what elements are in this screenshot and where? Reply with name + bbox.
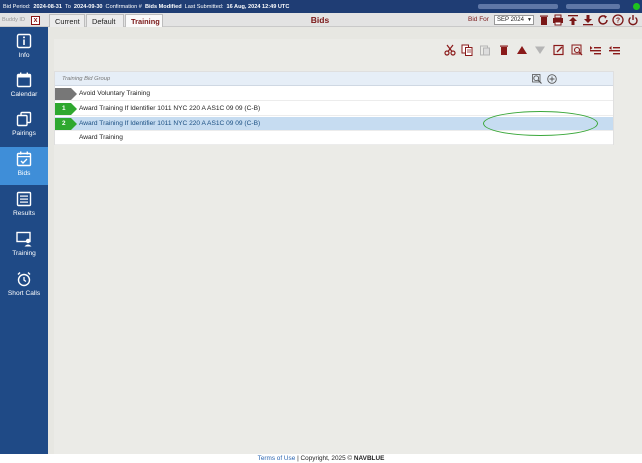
move-up-icon[interactable]	[516, 44, 528, 56]
add-icon[interactable]	[547, 74, 557, 84]
bid-period-start: 2024-08-31	[33, 3, 62, 10]
bid-for-select[interactable]: SEP 2024 ▼	[494, 15, 534, 25]
sidebar-nav: Info Calendar Pairings Bids Results Trai…	[0, 27, 48, 454]
bid-status: Bids Modified	[144, 3, 182, 10]
sidebar-item-results[interactable]: Results	[0, 187, 48, 225]
bid-for-value: SEP 2024	[497, 17, 524, 23]
refresh-icon[interactable]	[597, 14, 609, 26]
bid-row-number: 2	[62, 120, 66, 127]
sidebar-item-pairings[interactable]: Pairings	[0, 107, 48, 145]
cut-icon[interactable]	[444, 44, 456, 56]
sidebar-item-calendar[interactable]: Calendar	[0, 68, 48, 106]
tab-default[interactable]: Default	[86, 14, 124, 27]
sidebar-item-bids[interactable]: Bids	[0, 147, 48, 185]
sidebar-item-label: Calendar	[10, 91, 38, 98]
logout-icon[interactable]	[627, 14, 639, 26]
redacted-user-info	[478, 4, 558, 9]
bid-marker-icon	[55, 118, 77, 130]
tab-current[interactable]: Current	[49, 14, 85, 27]
help-icon[interactable]: ?	[612, 14, 624, 26]
sidebar-item-info[interactable]: Info	[0, 29, 48, 67]
bid-period-label: Bid Period:	[3, 3, 31, 10]
last-submitted-value: 16 Aug, 2024 12:49 UTC	[226, 3, 290, 10]
tab-training[interactable]: Training	[125, 14, 163, 27]
copyright-text: Copyright, 2025 ©	[300, 455, 353, 462]
connection-status-icon	[633, 3, 640, 10]
footer-separator: |	[297, 455, 299, 462]
buddy-id-label: Buddy ID	[2, 17, 26, 23]
highlight-annotation	[483, 111, 598, 136]
bid-period-end: 2024-09-30	[73, 3, 103, 10]
bid-for-label: Bid For	[468, 16, 489, 23]
confirmation-label: Confirmation #	[105, 3, 142, 10]
sidebar-item-label: Info	[18, 52, 30, 59]
bid-group-header: Training Bid Group	[55, 72, 613, 86]
to-label: To	[65, 3, 71, 10]
bid-row-label: Avoid Voluntary Training	[79, 90, 150, 97]
upload-icon[interactable]	[567, 14, 579, 26]
paste-icon[interactable]	[479, 44, 491, 56]
bid-row[interactable]: Avoid Voluntary Training	[55, 87, 613, 101]
buddy-clear-button[interactable]: x	[31, 15, 41, 25]
sidebar-item-label: Results	[13, 210, 35, 217]
tab-bar: Buddy ID x Current Default Training Bids…	[0, 13, 642, 27]
redacted-user-info	[566, 4, 620, 9]
page-title: Bids	[310, 15, 330, 25]
trash-icon[interactable]	[538, 14, 550, 26]
outdent-icon[interactable]	[608, 44, 620, 56]
edit-icon[interactable]	[553, 44, 565, 56]
last-submitted-label: Last Submitted:	[184, 3, 224, 10]
bid-row-label: Award Training If Identifier 1011 NYC 22…	[79, 120, 261, 127]
buddy-id: Buddy ID x	[0, 13, 48, 27]
indent-icon[interactable]	[589, 44, 601, 56]
alarm-clock-icon	[17, 272, 31, 287]
sidebar-item-training[interactable]: Training	[0, 227, 48, 265]
sidebar-item-short-calls[interactable]: Short Calls	[0, 267, 48, 305]
bids-app: Bid Period: 2024-08-31 To 2024-09-30 Con…	[0, 0, 642, 463]
bid-row-label: Award Training	[79, 134, 123, 141]
bid-row-label: Award Training If Identifier 1011 NYC 22…	[79, 105, 261, 112]
pairings-icon	[16, 111, 32, 127]
footer: Terms of Use | Copyright, 2025 © NAVBLUE	[0, 454, 642, 463]
sidebar-item-label: Pairings	[12, 130, 36, 137]
bid-row-number: 1	[62, 105, 66, 112]
svg-text:?: ?	[616, 18, 620, 25]
sidebar-item-label: Training	[12, 250, 36, 257]
terms-of-use-link[interactable]: Terms of Use	[258, 455, 296, 462]
bids-icon	[16, 151, 32, 167]
bid-group-title: Training Bid Group	[62, 76, 111, 82]
search-edit-icon[interactable]	[571, 44, 583, 56]
move-down-icon[interactable]	[534, 44, 546, 56]
results-icon	[16, 191, 32, 207]
status-bar: Bid Period: 2024-08-31 To 2024-09-30 Con…	[0, 0, 642, 13]
bid-marker: 1	[55, 103, 77, 115]
info-icon	[16, 33, 32, 49]
download-icon[interactable]	[582, 14, 594, 26]
brand-name: NAVBLUE	[353, 455, 385, 462]
sidebar-item-label: Short Calls	[7, 290, 41, 297]
delete-icon[interactable]	[498, 44, 510, 56]
chevron-down-icon: ▼	[527, 17, 532, 23]
bid-marker: 2	[55, 118, 77, 130]
print-icon[interactable]	[552, 14, 564, 26]
bid-marker-icon	[55, 88, 77, 100]
search-icon[interactable]	[532, 74, 542, 84]
sidebar-item-label: Bids	[17, 170, 31, 177]
copy-icon[interactable]	[461, 44, 473, 56]
training-icon	[16, 231, 32, 247]
bid-marker-icon	[55, 103, 77, 115]
calendar-icon	[16, 72, 32, 88]
